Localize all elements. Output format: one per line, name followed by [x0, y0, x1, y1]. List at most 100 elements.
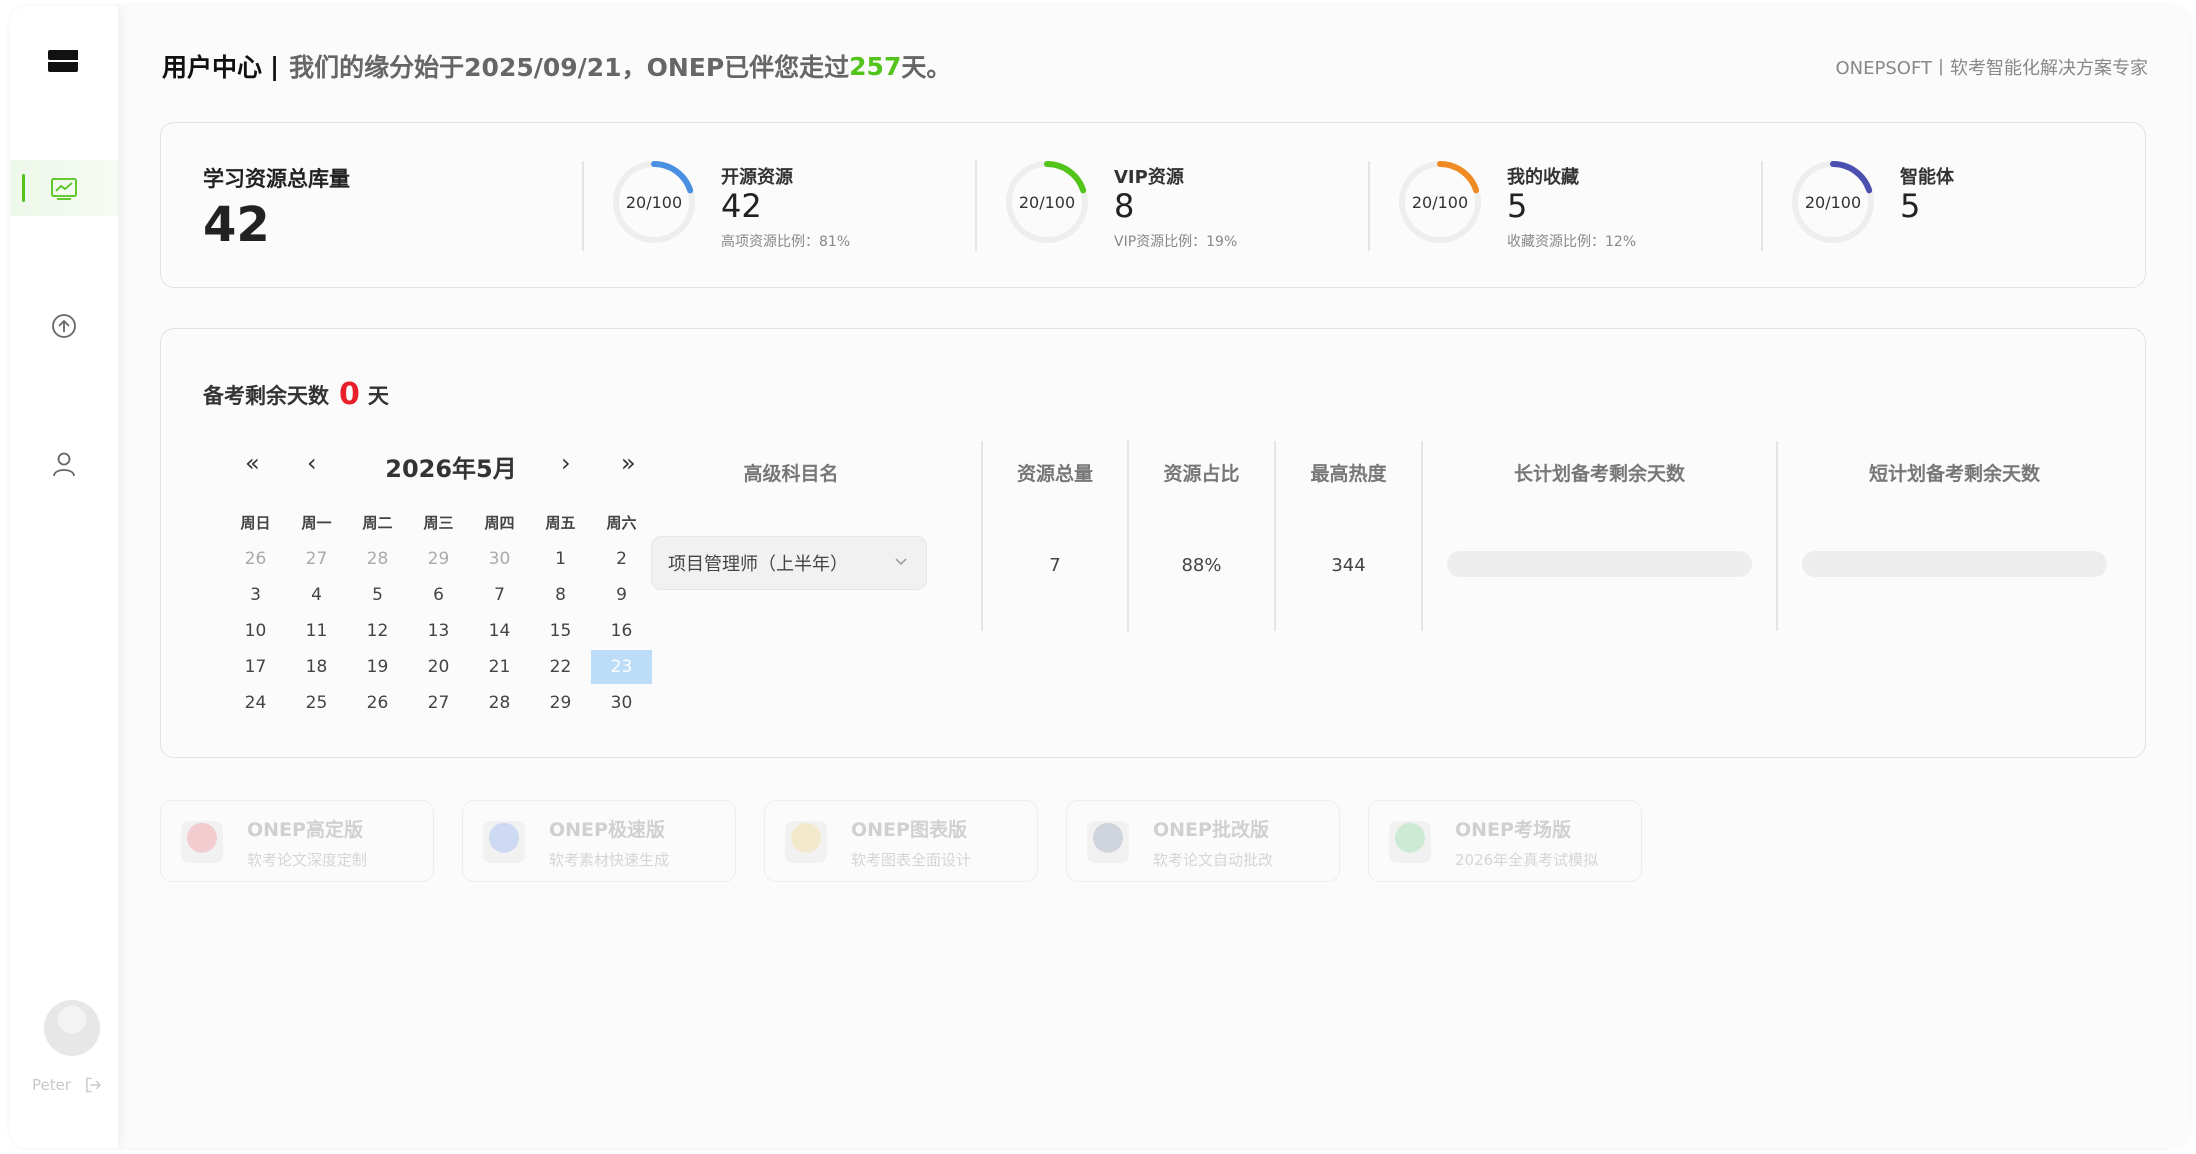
product-card[interactable]: ONEP图表版 软考图表全面设计 — [764, 800, 1038, 882]
product-name: ONEP高定版 — [247, 819, 363, 841]
calendar-day[interactable]: 3 — [225, 578, 286, 612]
header-subtitle-suffix: 天。 — [901, 53, 952, 82]
calendar-day[interactable]: 21 — [469, 650, 530, 684]
calendar-day[interactable]: 27 — [286, 542, 347, 576]
avatar[interactable] — [44, 1000, 100, 1056]
calendar-day[interactable]: 7 — [469, 578, 530, 612]
calendar-day[interactable]: 30 — [591, 686, 652, 720]
calendar-day[interactable]: 8 — [530, 578, 591, 612]
sidebar: Peter — [10, 6, 118, 1148]
calendar-weekday: 周日 — [240, 514, 271, 532]
calendar-weekday: 周一 — [301, 514, 332, 532]
calendar-day[interactable]: 22 — [530, 650, 591, 684]
countdown-title: 备考剩余天数 0 天 — [203, 377, 389, 412]
product-name: ONEP考场版 — [1455, 819, 1571, 841]
long-plan-progress-bar — [1447, 551, 1752, 577]
table-header: 资源占比 — [1163, 463, 1240, 485]
stat-title: VIP资源 — [1114, 167, 1184, 188]
calendar-nav: « ‹ 2026年5月 › » — [241, 449, 636, 489]
product-list: ONEP高定版软考论文深度定制 ONEP极速版软考素材快速生成 ONEP图表版 软考图… — [160, 800, 1670, 882]
product-card[interactable]: ONEP高定版软考论文深度定制 — [160, 800, 434, 882]
resource-total: 7 — [1049, 555, 1061, 576]
calendar-day[interactable]: 1 — [530, 542, 591, 576]
calendar-day[interactable]: 13 — [408, 614, 469, 648]
col-heat: 最高热度 344 — [1274, 441, 1421, 631]
brand-slogan: ONEPSOFT丨软考智能化解决方案专家 — [1835, 58, 2149, 79]
product-desc: 软考图表全面设计 — [851, 851, 972, 869]
subject-select[interactable]: 项目管理师（上半年） — [651, 536, 927, 590]
calendar-day[interactable]: 19 — [347, 650, 408, 684]
arrow-up-circle-icon — [52, 314, 76, 338]
col-long-plan: 长计划备考剩余天数 — [1421, 441, 1776, 631]
stat-value: 5 — [1507, 187, 1528, 225]
ring-text: 20/100 — [1804, 192, 1862, 212]
calendar-prev-month-button[interactable]: ‹ — [307, 449, 317, 477]
stat-value: 5 — [1900, 187, 1921, 225]
calendar-day[interactable]: 26 — [225, 542, 286, 576]
calendar-day[interactable]: 10 — [225, 614, 286, 648]
sidebar-item-upload[interactable] — [10, 298, 118, 354]
resource-ratio: 88% — [1181, 555, 1222, 576]
user-name: Peter — [32, 1076, 72, 1094]
countdown-days: 0 — [339, 377, 360, 412]
product-card[interactable]: ONEP批改版 软考论文自动批改 — [1066, 800, 1340, 882]
product-icon — [1389, 821, 1431, 863]
calendar-day[interactable]: 4 — [286, 578, 347, 612]
calendar-day[interactable]: 26 — [347, 686, 408, 720]
calendar-weekday: 周四 — [484, 514, 515, 532]
exam-plan-card: 备考剩余天数 0 天 « ‹ 2026年5月 › » 周日 周一 周二 周三 周四 周五周… — [160, 328, 2146, 758]
calendar-prev-year-button[interactable]: « — [245, 449, 260, 477]
user-profile: Peter — [32, 1000, 102, 1094]
calendar-day[interactable]: 27 — [408, 686, 469, 720]
calendar-week: 26 27 28 29 30 1 2 — [225, 541, 655, 577]
stat-title: 开源资源 — [721, 167, 793, 188]
calendar-week: 10 11 12 13 14 15 16 — [225, 613, 655, 649]
product-card[interactable]: ONEP极速版软考素材快速生成 — [462, 800, 736, 882]
product-desc: 软考素材快速生成 — [549, 851, 670, 869]
stat-value: 42 — [721, 187, 762, 225]
calendar-day[interactable]: 28 — [347, 542, 408, 576]
calendar-day[interactable]: 29 — [408, 542, 469, 576]
calendar-day[interactable]: 15 — [530, 614, 591, 648]
ring-text: 20/100 — [1411, 192, 1469, 212]
logout-icon[interactable] — [85, 1077, 102, 1093]
calendar-day[interactable]: 6 — [408, 578, 469, 612]
calendar-day[interactable]: 28 — [469, 686, 530, 720]
calendar-day[interactable]: 17 — [225, 650, 286, 684]
calendar-day[interactable]: 5 — [347, 578, 408, 612]
product-desc: 软考论文深度定制 — [247, 851, 368, 869]
calendar-day[interactable]: 24 — [225, 686, 286, 720]
calendar-day-selected[interactable]: 23 — [591, 650, 652, 684]
sidebar-item-profile[interactable] — [10, 436, 118, 492]
calendar-day[interactable]: 25 — [286, 686, 347, 720]
chart-line-icon — [51, 178, 77, 200]
page-title: 用户中心 — [162, 53, 263, 82]
calendar-month-title: 2026年5月 — [385, 455, 517, 483]
calendar-day[interactable]: 14 — [469, 614, 530, 648]
total-resources-value: 42 — [203, 197, 270, 253]
table-header: 长计划备考剩余天数 — [1513, 463, 1685, 485]
product-desc: 2026年全真考试模拟 — [1455, 851, 1599, 869]
user-icon — [53, 452, 75, 477]
table-header: 高级科目名 — [743, 463, 839, 485]
calendar-day[interactable]: 29 — [530, 686, 591, 720]
calendar-week: 24 25 26 27 28 29 30 — [225, 685, 655, 721]
calendar-weekday: 周三 — [423, 514, 454, 532]
product-name: ONEP极速版 — [549, 819, 665, 841]
max-heat: 344 — [1331, 555, 1366, 576]
calendar-day[interactable]: 12 — [347, 614, 408, 648]
col-short-plan: 短计划备考剩余天数 — [1776, 441, 2131, 631]
calendar-next-month-button[interactable]: › — [561, 449, 571, 477]
countdown-label: 备考剩余天数 — [203, 383, 329, 408]
table-header: 资源总量 — [1016, 463, 1093, 485]
calendar-day[interactable]: 30 — [469, 542, 530, 576]
product-card[interactable]: ONEP考场版 2026年全真考试模拟 — [1368, 800, 1642, 882]
stat-value: 8 — [1114, 187, 1135, 225]
sidebar-item-dashboard[interactable] — [10, 160, 118, 216]
calendar-day[interactable]: 11 — [286, 614, 347, 648]
table-header: 最高热度 — [1310, 463, 1387, 485]
calendar-day[interactable]: 18 — [286, 650, 347, 684]
stat-subtext: 高项资源比例：81% — [721, 234, 851, 250]
calendar-day[interactable]: 20 — [408, 650, 469, 684]
companion-days: 257 — [849, 51, 902, 81]
